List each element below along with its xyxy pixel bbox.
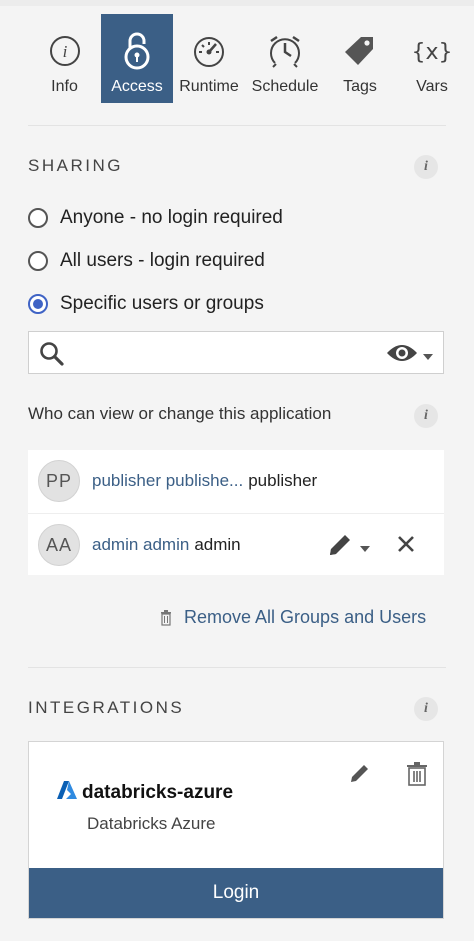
user-role: admin <box>194 535 241 554</box>
permission-dropdown[interactable] <box>385 342 433 369</box>
user-name-link[interactable]: admin admin <box>92 535 189 555</box>
user-role: publisher <box>248 471 318 490</box>
radio-label: All users - login required <box>60 250 265 271</box>
radio-button[interactable] <box>28 251 48 271</box>
svg-text:{x}: {x} <box>413 40 451 65</box>
chevron-down-icon <box>360 539 370 557</box>
user-list: PP publisher publishe... publisher AA ad… <box>28 450 444 575</box>
login-button[interactable]: Login <box>29 868 443 918</box>
integration-name: databricks-azure <box>82 782 234 803</box>
delete-integration-icon[interactable] <box>406 762 428 791</box>
clock-icon <box>267 28 303 74</box>
integration-description: Databricks Azure <box>87 814 216 833</box>
tab-access[interactable]: Access <box>101 14 173 103</box>
tab-vars-label: Vars <box>416 78 448 95</box>
lock-icon <box>122 28 152 74</box>
tab-runtime-label: Runtime <box>179 78 239 95</box>
eye-icon <box>385 342 419 369</box>
radio-button-selected[interactable] <box>28 294 48 314</box>
gauge-icon <box>191 28 227 74</box>
tab-access-label: Access <box>111 78 163 95</box>
user-search-input[interactable] <box>73 340 377 368</box>
divider <box>28 667 446 668</box>
avatar: PP <box>38 460 80 502</box>
variables-icon: {x} <box>413 28 451 74</box>
integrations-title: INTEGRATIONS <box>28 698 185 717</box>
integration-card: databricks-azure Databricks Azure Login <box>28 741 444 919</box>
radio-all-users[interactable]: All users - login required <box>28 250 265 272</box>
chevron-down-icon <box>423 347 433 365</box>
who-can-view-label: Who can view or change this application <box>28 404 332 423</box>
tab-tags-label: Tags <box>343 78 377 95</box>
radio-button[interactable] <box>28 208 48 228</box>
tab-tags[interactable]: Tags <box>325 14 395 103</box>
radio-specific-users[interactable]: Specific users or groups <box>28 293 264 315</box>
tab-info-label: Info <box>51 78 78 95</box>
integrations-help-icon[interactable]: i <box>414 697 438 721</box>
remove-all-button[interactable]: Remove All Groups and Users <box>160 607 426 628</box>
sharing-title: SHARING <box>28 156 123 175</box>
search-icon <box>39 341 65 372</box>
pencil-icon <box>326 531 354 564</box>
radio-label: Specific users or groups <box>60 293 264 314</box>
user-name-link[interactable]: publisher publishe... <box>92 471 243 491</box>
tab-schedule-label: Schedule <box>251 78 319 95</box>
tab-schedule[interactable]: Schedule <box>245 14 325 103</box>
close-icon[interactable] <box>397 535 415 558</box>
sharing-help-icon[interactable]: i <box>414 155 438 179</box>
svg-text:i: i <box>62 42 67 61</box>
trash-icon <box>160 609 172 626</box>
tag-icon <box>343 28 377 74</box>
radio-label: Anyone - no login required <box>60 207 283 228</box>
tab-vars[interactable]: {x} Vars <box>395 14 469 103</box>
tab-runtime[interactable]: Runtime <box>173 14 245 103</box>
settings-tabs: i Info Access Runtime Schedule Tags {x} … <box>28 14 469 103</box>
user-row: AA admin admin admin <box>28 513 444 576</box>
who-help-icon[interactable]: i <box>414 404 438 428</box>
remove-all-label: Remove All Groups and Users <box>184 607 427 627</box>
edit-role-dropdown[interactable] <box>326 531 370 564</box>
avatar: AA <box>38 524 80 566</box>
divider <box>28 125 446 126</box>
radio-anyone[interactable]: Anyone - no login required <box>28 207 283 229</box>
info-icon: i <box>48 28 82 74</box>
top-strip <box>0 0 474 6</box>
azure-logo-icon <box>57 780 77 805</box>
user-row: PP publisher publishe... publisher <box>28 450 444 512</box>
user-search-box <box>28 331 444 374</box>
edit-integration-icon[interactable] <box>349 762 371 789</box>
tab-info[interactable]: i Info <box>28 14 101 103</box>
